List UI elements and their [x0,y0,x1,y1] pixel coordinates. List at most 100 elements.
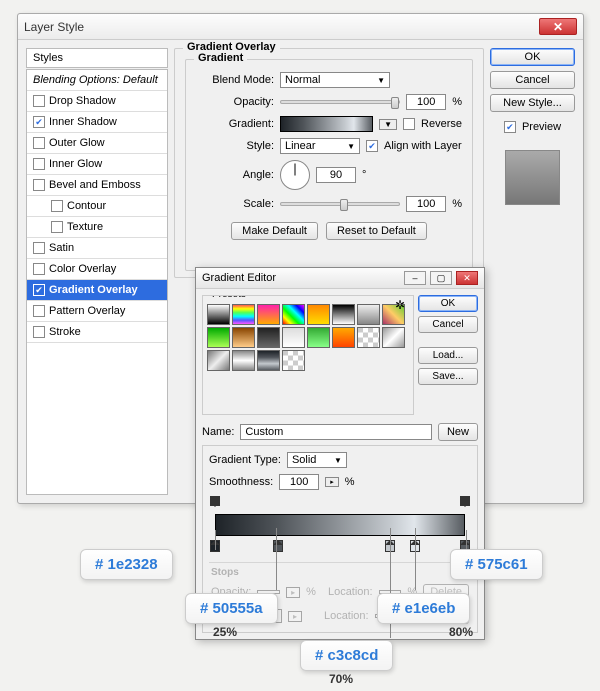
cancel-button[interactable]: Cancel [490,71,575,89]
style-row-texture[interactable]: Texture [27,217,167,238]
opacity-suffix: % [452,96,462,108]
dialog-title: Layer Style [24,20,539,34]
gradient-bar[interactable] [215,514,465,536]
preset-swatch[interactable] [207,327,230,348]
style-row-bevel-emboss[interactable]: Bevel and Emboss [27,175,167,196]
chevron-down-icon[interactable]: ▸ [325,477,339,487]
style-row-outer-glow[interactable]: Outer Glow [27,133,167,154]
chevron-icon[interactable]: ▸ [286,587,300,598]
close-button[interactable]: ✕ [456,271,478,285]
preset-swatch[interactable] [282,327,305,348]
minimize-button[interactable]: – [404,271,426,285]
align-checkbox[interactable] [366,140,378,152]
preset-swatch[interactable] [257,327,280,348]
chevron-down-icon[interactable]: ▼ [379,119,397,130]
preset-swatch[interactable] [307,304,330,325]
angle-dial[interactable] [280,160,310,190]
preset-swatch[interactable] [257,304,280,325]
preset-swatch[interactable] [307,327,330,348]
preset-swatch[interactable] [232,327,255,348]
scale-slider[interactable] [280,202,400,206]
preset-swatch[interactable] [382,327,405,348]
editor-ok-button[interactable]: OK [418,295,478,312]
gradient-picker[interactable] [280,116,373,132]
preset-swatch[interactable] [232,350,255,371]
preview-checkbox[interactable] [504,121,516,133]
presets-panel: Presets ✲ [202,295,414,415]
checkbox-icon[interactable] [33,95,45,107]
preset-swatch[interactable] [257,350,280,371]
chevron-icon[interactable]: ▸ [288,611,302,622]
align-label: Align with Layer [384,140,462,152]
callout-color-2: # 50555a [185,593,278,624]
preset-swatch[interactable] [282,350,305,371]
preset-swatch[interactable] [357,327,380,348]
opacity-slider[interactable] [280,100,400,104]
callout-color-1: # 1e2328 [80,549,173,580]
checkbox-icon[interactable] [33,305,45,317]
gradient-type-combo[interactable]: Solid▼ [287,452,347,468]
preset-swatch[interactable] [357,304,380,325]
preset-swatch[interactable] [332,304,355,325]
preset-swatch[interactable] [282,304,305,325]
checkbox-icon[interactable] [33,137,45,149]
checkbox-icon[interactable] [33,116,45,128]
color-stop-row[interactable] [215,536,465,558]
editor-load-button[interactable]: Load... [418,347,478,364]
slider-thumb[interactable] [340,199,348,211]
editor-buttons: OK Cancel Load... Save... [418,295,478,415]
style-combo[interactable]: Linear▼ [280,138,360,154]
preset-swatch[interactable] [232,304,255,325]
preset-swatch[interactable] [207,350,230,371]
editor-cancel-button[interactable]: Cancel [418,316,478,333]
name-input[interactable]: Custom [240,424,432,440]
preset-swatch[interactable] [207,304,230,325]
blending-options-row[interactable]: Blending Options: Default [27,70,167,91]
preset-swatch[interactable] [332,327,355,348]
callout-color-4: # e1e6eb [377,593,470,624]
checkbox-icon[interactable] [33,179,45,191]
style-row-contour[interactable]: Contour [27,196,167,217]
style-row-gradient-overlay[interactable]: Gradient Overlay [27,280,167,301]
gradient-editor-titlebar[interactable]: Gradient Editor – ▢ ✕ [196,268,484,289]
maximize-button[interactable]: ▢ [430,271,452,285]
style-row-color-overlay[interactable]: Color Overlay [27,259,167,280]
style-row-stroke[interactable]: Stroke [27,322,167,343]
style-row-satin[interactable]: Satin [27,238,167,259]
new-gradient-button[interactable]: New [438,423,478,441]
opacity-stop[interactable] [460,496,470,506]
checkbox-icon[interactable] [33,284,45,296]
checkbox-icon[interactable] [33,242,45,254]
checkbox-icon[interactable] [33,158,45,170]
checkbox-icon[interactable] [33,326,45,338]
opacity-stop[interactable] [210,496,220,506]
reverse-label: Reverse [421,118,462,130]
close-button[interactable]: ✕ [539,18,577,35]
gear-icon[interactable]: ✲ [395,298,409,312]
color-stop[interactable] [273,540,283,552]
opacity-value[interactable]: 100 [406,94,446,110]
preview-label: Preview [522,121,561,133]
style-row-inner-glow[interactable]: Inner Glow [27,154,167,175]
opacity-stop-row[interactable] [215,496,465,508]
new-style-button[interactable]: New Style... [490,94,575,112]
reverse-checkbox[interactable] [403,118,415,130]
styles-list: Blending Options: Default Drop Shadow In… [26,69,168,495]
style-row-inner-shadow[interactable]: Inner Shadow [27,112,167,133]
ok-button[interactable]: OK [490,48,575,66]
checkbox-icon[interactable] [51,200,63,212]
titlebar[interactable]: Layer Style ✕ [18,14,583,40]
slider-thumb[interactable] [391,97,399,109]
make-default-button[interactable]: Make Default [231,222,318,240]
style-row-drop-shadow[interactable]: Drop Shadow [27,91,167,112]
checkbox-icon[interactable] [33,263,45,275]
styles-header[interactable]: Styles [26,48,168,68]
checkbox-icon[interactable] [51,221,63,233]
editor-save-button[interactable]: Save... [418,368,478,385]
angle-value[interactable]: 90 [316,167,356,183]
blend-mode-combo[interactable]: Normal▼ [280,72,390,88]
smoothness-value[interactable]: 100 [279,474,319,490]
scale-value[interactable]: 100 [406,196,446,212]
style-row-pattern-overlay[interactable]: Pattern Overlay [27,301,167,322]
reset-default-button[interactable]: Reset to Default [326,222,427,240]
